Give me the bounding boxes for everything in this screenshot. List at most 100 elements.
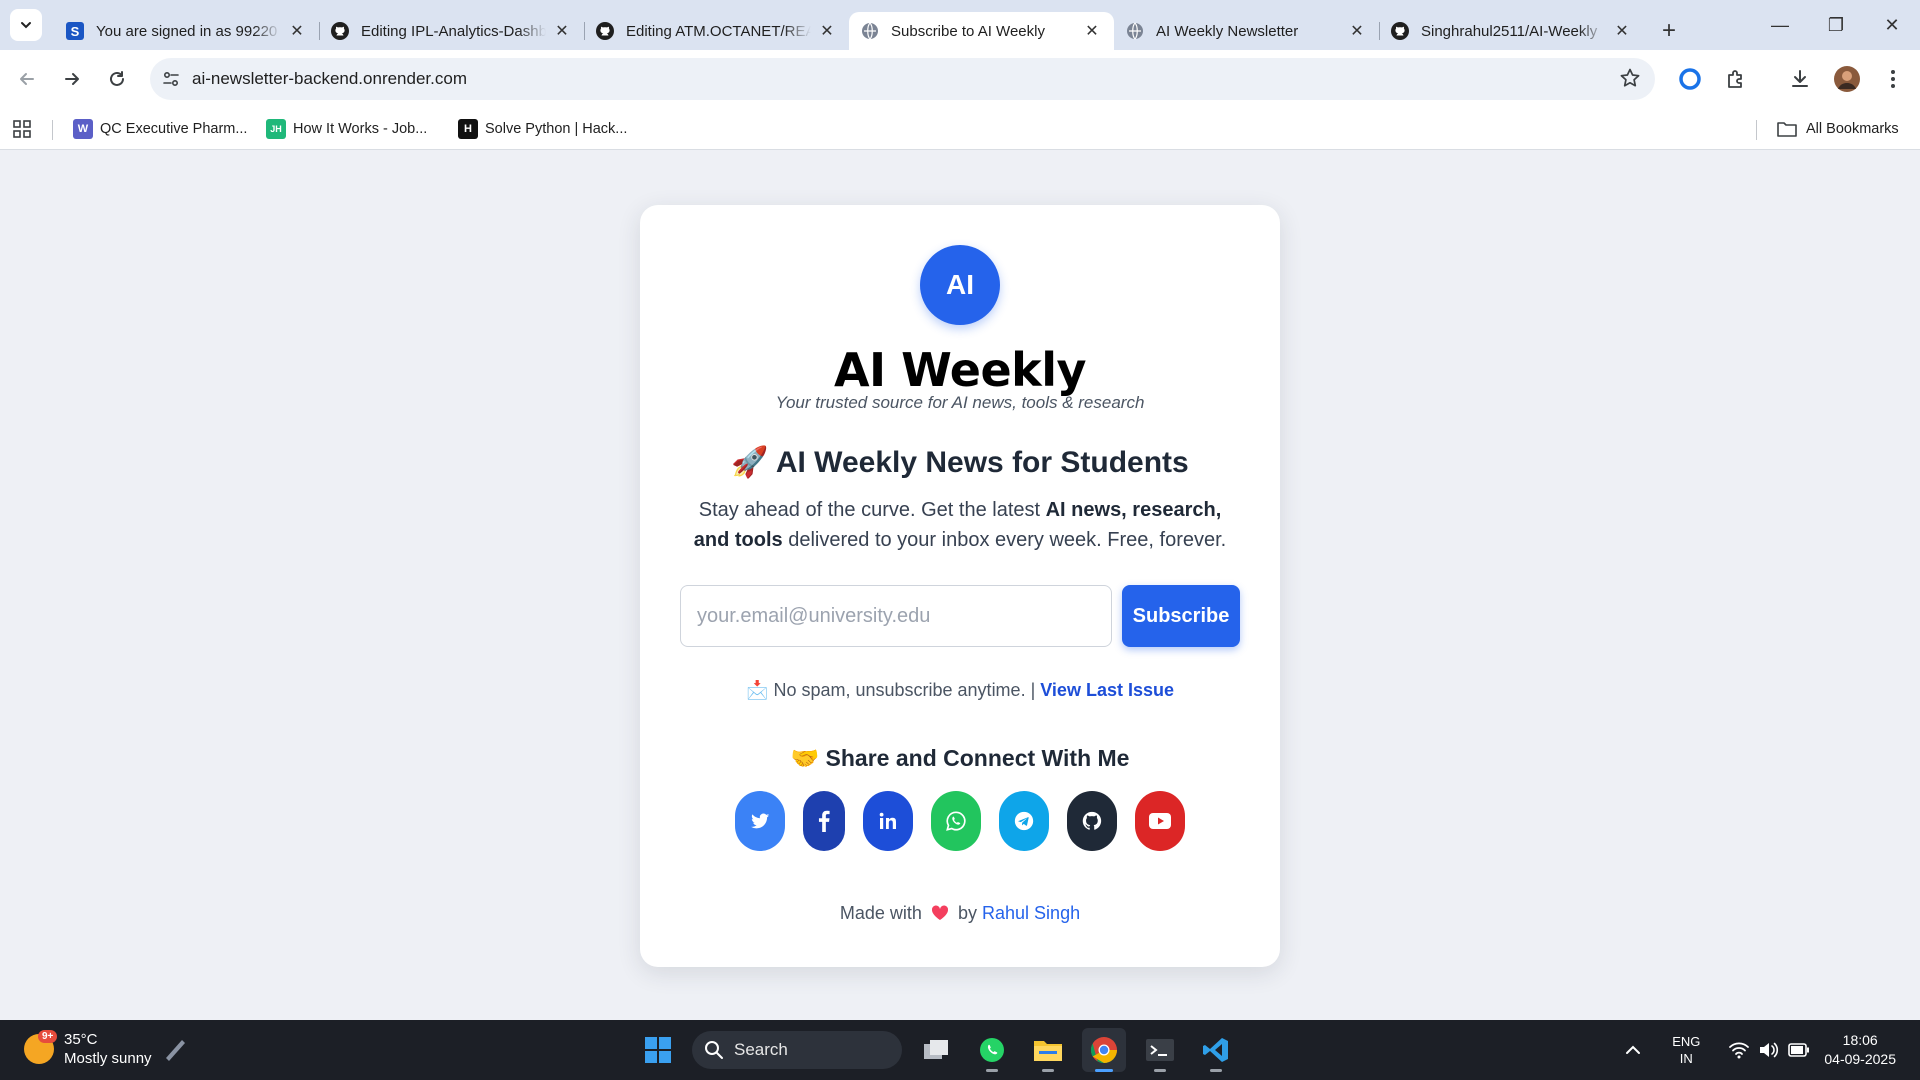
brand-title: AI Weekly [833,343,1087,397]
tab-title: AI Weekly Newsletter [1156,22,1299,40]
start-button[interactable] [636,1028,680,1072]
whatsapp-icon [980,1038,1004,1062]
github-icon [1391,22,1409,40]
github-icon [596,22,614,40]
github-icon [1082,811,1102,830]
weather-widget[interactable]: 9+ 35°C Mostly sunny [24,1030,190,1068]
footer-made-with: Made with [839,903,922,923]
pen-widget-icon [165,1040,185,1061]
window-controls: — ❐ ✕ [1752,0,1920,50]
wifi-icon[interactable] [1728,1041,1750,1059]
bookmarks-bar: W QC Executive Pharm... JH How It Works … [0,108,1920,150]
windows-icon [645,1037,671,1063]
tab-title: Subscribe to AI Weekly [891,22,1045,40]
close-icon[interactable]: ✕ [1347,21,1367,41]
close-icon[interactable]: ✕ [1082,21,1102,41]
close-icon[interactable]: ✕ [817,21,837,41]
whatsapp-icon [946,811,966,831]
taskbar-apps: Search [636,1028,1238,1072]
taskbar: 9+ 35°C Mostly sunny Search ENG IN 18:06… [0,1020,1920,1080]
tagline: Your trusted source for AI news, tools &… [775,393,1145,412]
apps-grid-icon[interactable] [12,114,32,144]
restore-icon[interactable]: ❐ [1808,0,1864,50]
terminal-app[interactable] [1138,1028,1182,1072]
language-indicator[interactable]: ENG IN [1672,1033,1700,1067]
tab-signed-in[interactable]: S You are signed in as 99220 ✕ [54,12,319,50]
reload-button[interactable] [100,62,134,96]
heart-icon [931,905,948,920]
headline-text: AI Weekly News for Students [775,446,1189,479]
linkedin-icon [879,812,896,829]
close-icon[interactable]: ✕ [552,21,572,41]
all-bookmarks-button[interactable]: All Bookmarks [1776,114,1899,144]
running-indicator [1095,1069,1113,1072]
taskbar-search[interactable]: Search [692,1031,902,1069]
forward-button[interactable] [55,62,89,96]
file-explorer-app[interactable] [1026,1028,1070,1072]
chevron-up-icon[interactable] [1624,1041,1642,1059]
twitter-button[interactable] [735,791,785,851]
twitter-icon [750,813,770,829]
address-bar[interactable]: ai-newsletter-backend.onrender.com [150,58,1655,100]
date: 04-09-2025 [1824,1051,1896,1067]
tab-github-repo[interactable]: Singhrahul2511/AI-Weekly ✕ [1379,12,1644,50]
site-info-icon[interactable] [150,70,192,88]
tab-ai-weekly-newsletter[interactable]: AI Weekly Newsletter ✕ [1114,12,1379,50]
terminal-icon [1146,1039,1174,1061]
temperature: 35°C [64,1031,98,1048]
more-menu-icon[interactable] [1876,62,1910,96]
handshake-icon: 🤝 [790,745,820,771]
avatar[interactable] [1830,62,1864,96]
email-input[interactable] [680,585,1112,647]
back-button[interactable] [10,62,44,96]
task-view-button[interactable] [914,1028,958,1072]
close-icon[interactable]: ✕ [1612,21,1632,41]
download-icon[interactable] [1783,62,1817,96]
share-heading: 🤝 Share and Connect With Me [640,745,1280,772]
chevron-down-icon [21,22,31,29]
description-lead: Stay ahead of the curve. Get the latest [698,499,1046,521]
new-tab-button[interactable]: + [1652,14,1686,48]
clock[interactable]: 18:06 04-09-2025 [1824,1031,1896,1069]
tab-atm-octanet[interactable]: Editing ATM.OCTANET/REA ✕ [584,12,849,50]
view-last-issue-link[interactable]: View Last Issue [1040,680,1174,700]
whatsapp-button[interactable] [931,791,981,851]
bookmark-qc-executive[interactable]: W QC Executive Pharm... [73,114,247,144]
bookmarks-divider [1756,120,1757,140]
inbox-icon: 📩 [746,680,769,700]
battery-icon[interactable] [1788,1043,1810,1057]
subscribe-button[interactable]: Subscribe [1122,585,1240,647]
social-links [640,791,1280,851]
running-indicator [986,1069,998,1072]
chrome-app[interactable] [1082,1028,1126,1072]
tab-strip: S You are signed in as 99220 ✕ Editing I… [0,0,1920,50]
telegram-button[interactable] [999,791,1049,851]
github-button[interactable] [1067,791,1117,851]
bookmark-solve-python[interactable]: H Solve Python | Hack... [458,114,627,144]
facebook-button[interactable] [803,791,845,851]
tab-ipl-analytics[interactable]: Editing IPL-Analytics-Dashb ✕ [319,12,584,50]
close-window-icon[interactable]: ✕ [1864,0,1920,50]
time: 18:06 [1842,1032,1878,1048]
author-link[interactable]: Rahul Singh [982,903,1080,923]
minimize-icon[interactable]: — [1752,0,1808,50]
volume-icon[interactable] [1758,1041,1780,1059]
youtube-button[interactable] [1135,791,1185,851]
linkedin-button[interactable] [863,791,913,851]
chrome-icon [1090,1037,1117,1064]
bookmark-label: How It Works - Job... [293,121,428,137]
bookmark-how-it-works[interactable]: JH How It Works - Job... [266,114,427,144]
sun-icon: 9+ [24,1030,58,1064]
close-icon[interactable]: ✕ [287,21,307,41]
extension-circle-icon[interactable] [1673,62,1707,96]
subscribe-card: AI AI Weekly Your trusted source for AI … [640,205,1280,967]
whatsapp-app[interactable] [970,1028,1014,1072]
tab-subscribe-ai-weekly[interactable]: Subscribe to AI Weekly ✕ [849,12,1114,50]
footer-by: by [957,903,977,923]
tab-search-button[interactable] [10,9,42,41]
telegram-icon [1014,811,1034,831]
vscode-app[interactable] [1194,1028,1238,1072]
star-icon[interactable] [1619,67,1641,94]
puzzle-icon[interactable] [1719,62,1753,96]
page-content: AI AI Weekly Your trusted source for AI … [0,151,1920,1020]
